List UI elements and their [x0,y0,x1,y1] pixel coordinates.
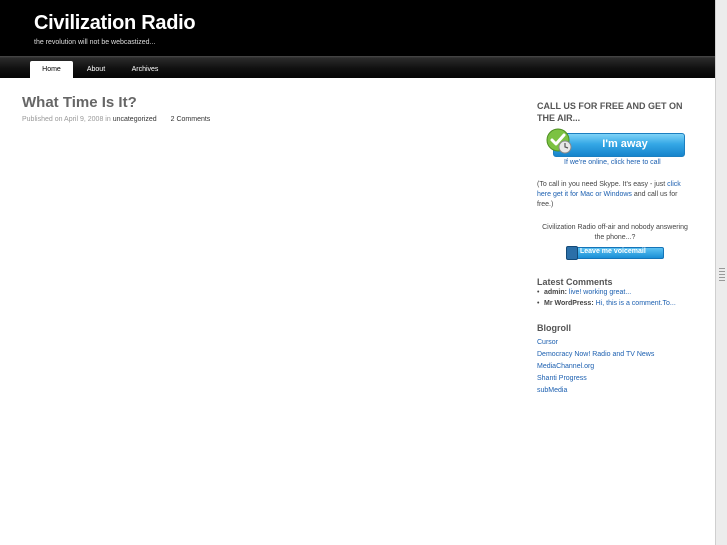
list-item: • admin: live! working great... [537,287,707,298]
voicemail-icon [566,246,578,260]
main-navigation: Home About Archives [0,56,715,78]
blogroll-link[interactable]: subMedia [537,385,654,397]
blogroll-link[interactable]: Shanti Progress [537,373,654,385]
nav-item-archives[interactable]: Archives [122,61,168,78]
post-title[interactable]: What Time Is It? [22,94,137,111]
voicemail-button[interactable]: Leave me voicemail [566,246,664,260]
skype-note-prefix: (To call in you need Skype. It's easy - … [537,181,666,188]
post-meta: Published on April 9, 2008 in uncategori… [22,116,210,123]
green-check-clock-icon [546,128,572,154]
comment-author: Mr WordPress: [544,300,594,307]
callus-heading: CALL US FOR FREE AND GET ON THE AIR... [537,101,683,123]
site-tagline: the revolution will not be webcastized..… [34,39,156,46]
bullet-icon: • [537,300,540,307]
blogroll-link[interactable]: Democracy Now! Radio and TV News [537,349,654,361]
voicemail-button-label: Leave me voicemail [580,248,646,255]
nav-item-about[interactable]: About [78,61,114,78]
vertical-scrollbar[interactable] [715,0,727,545]
site-header: Civilization Radio the revolution will n… [0,0,715,56]
blogroll-link[interactable]: Cursor [537,337,654,349]
list-item: • Mr WordPress: Hi, this is a comment.To… [537,298,707,309]
skype-button-label: I'm away [602,138,648,150]
blogroll-list: Cursor Democracy Now! Radio and TV News … [537,337,654,397]
comment-excerpt-link[interactable]: live! working great... [569,289,631,296]
blogroll-heading: Blogroll [537,323,571,333]
bullet-icon: • [537,289,540,296]
post-category-link[interactable]: uncategorized [113,116,157,123]
nav-item-home[interactable]: Home [30,61,73,78]
skype-note: (To call in you need Skype. It's easy - … [537,180,695,210]
post-meta-prefix: Published on April 9, 2008 in [22,116,111,123]
skype-status-button[interactable]: I'm away [545,128,685,158]
offair-text: Civilization Radio off-air and nobody an… [542,224,688,241]
post-comments-link[interactable]: 2 Comments [171,116,211,123]
skype-online-link[interactable]: If we're online, click here to call [564,159,661,166]
blogroll-link[interactable]: MediaChannel.org [537,361,654,373]
scrollbar-grip-icon[interactable] [719,268,725,282]
site-title[interactable]: Civilization Radio [34,12,196,35]
comment-excerpt-link[interactable]: Hi, this is a comment.To... [596,300,676,307]
comment-author: admin: [544,289,567,296]
latest-comments-list: • admin: live! working great... • Mr Wor… [537,287,707,309]
